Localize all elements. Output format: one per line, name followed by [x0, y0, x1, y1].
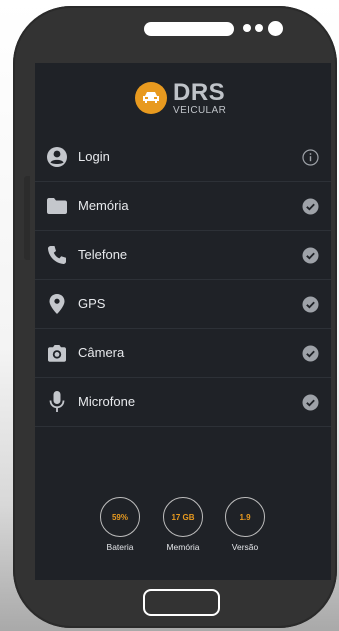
version-ring: 1.9 [225, 497, 265, 537]
brand-subtitle: VEICULAR [173, 104, 227, 116]
menu-item-microfone[interactable]: Microfone [35, 378, 331, 427]
battery-value: 59% [111, 512, 128, 522]
check-circle-icon [301, 344, 319, 362]
battery-label: Bateria [106, 542, 134, 552]
permissions-menu: Login Memória Telefone GPS Câmera Microf… [35, 133, 331, 427]
camera-icon [45, 341, 69, 365]
front-camera [268, 21, 283, 36]
light-sensor [255, 24, 263, 32]
menu-item-gps[interactable]: GPS [35, 280, 331, 329]
microphone-icon [45, 390, 69, 414]
car-icon [135, 82, 167, 114]
home-button[interactable] [143, 589, 220, 616]
map-pin-icon [45, 292, 69, 316]
menu-item-label: GPS [78, 296, 106, 311]
menu-item-label: Microfone [78, 394, 136, 409]
menu-item-camera[interactable]: Câmera [35, 329, 331, 378]
phone-icon [45, 243, 69, 267]
folder-icon [45, 194, 69, 218]
device-stats: 59% Bateria 17 GB Memória 1.9 Versão [35, 497, 331, 557]
menu-item-label: Câmera [78, 345, 125, 360]
version-value: 1.9 [239, 512, 251, 522]
menu-item-telefone[interactable]: Telefone [35, 231, 331, 280]
memory-stat: 17 GB Memória [153, 497, 213, 552]
menu-item-label: Login [78, 149, 110, 164]
menu-item-label: Telefone [78, 247, 128, 262]
memory-label: Memória [166, 542, 200, 552]
version-label: Versão [231, 542, 259, 552]
menu-item-login[interactable]: Login [35, 133, 331, 182]
info-icon[interactable] [301, 148, 319, 166]
check-circle-icon [301, 295, 319, 313]
proximity-sensor [243, 24, 251, 32]
check-circle-icon [301, 197, 319, 215]
check-circle-icon [301, 246, 319, 264]
earpiece-speaker [144, 22, 234, 36]
check-circle-icon [301, 393, 319, 411]
side-volume-button [24, 176, 30, 260]
memory-value: 17 GB [171, 512, 195, 522]
brand-logo: DRS VEICULAR [135, 79, 226, 117]
menu-item-memoria[interactable]: Memória [35, 182, 331, 231]
app-screen: DRS VEICULAR Login Memória Telefone GPS … [35, 63, 331, 580]
memory-ring: 17 GB [163, 497, 203, 537]
battery-stat: 59% Bateria [90, 497, 150, 552]
brand-title: DRS [173, 78, 226, 106]
menu-item-label: Memória [78, 198, 129, 213]
version-stat: 1.9 Versão [215, 497, 275, 552]
user-icon [45, 145, 69, 169]
battery-ring: 59% [100, 497, 140, 537]
